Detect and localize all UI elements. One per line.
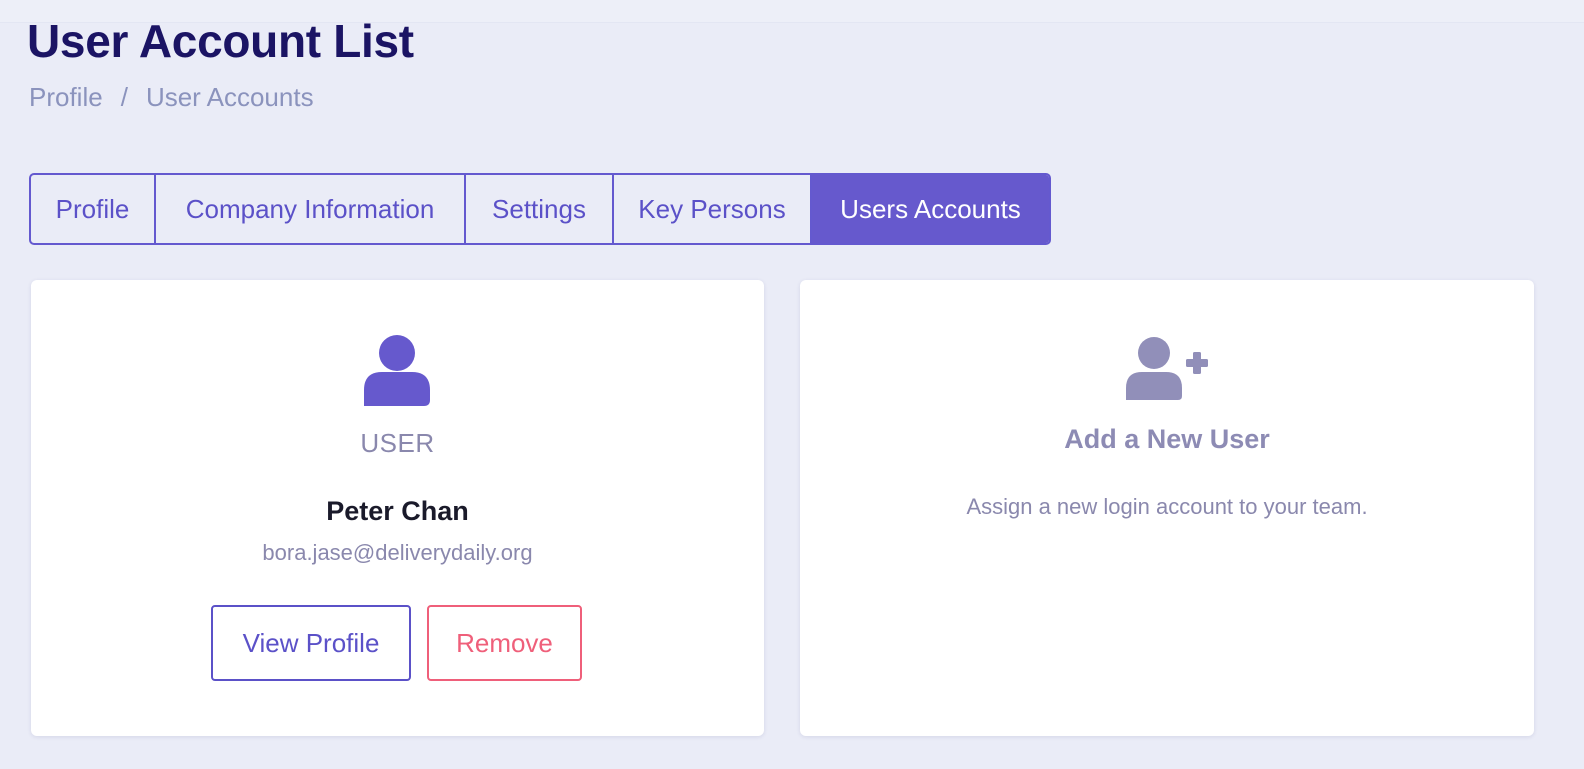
breadcrumb-separator: / xyxy=(120,82,128,112)
tab-profile[interactable]: Profile xyxy=(31,175,156,243)
breadcrumb: Profile / User Accounts xyxy=(29,82,314,113)
user-name: Peter Chan xyxy=(326,496,469,526)
add-user-card[interactable]: Add a New User Assign a new login accoun… xyxy=(800,280,1534,736)
user-email: bora.jase@deliverydaily.org xyxy=(262,540,533,565)
view-profile-button[interactable]: View Profile xyxy=(211,605,411,681)
tab-key-persons[interactable]: Key Persons xyxy=(614,175,812,243)
user-plus-icon[interactable] xyxy=(1126,336,1208,402)
breadcrumb-item-profile[interactable]: Profile xyxy=(29,82,103,113)
tab-settings[interactable]: Settings xyxy=(466,175,614,243)
breadcrumb-item-current: User Accounts xyxy=(145,82,314,112)
add-user-title[interactable]: Add a New User xyxy=(800,424,1534,455)
add-user-description: Assign a new login account to your team. xyxy=(966,494,1368,519)
page-title: User Account List xyxy=(27,15,414,67)
user-icon xyxy=(364,335,430,406)
user-card: USER Peter Chan bora.jase@deliverydaily.… xyxy=(31,280,764,736)
tab-company-information[interactable]: Company Information xyxy=(156,175,466,243)
user-role-label: USER xyxy=(360,428,435,458)
tab-bar: Profile Company Information Settings Key… xyxy=(29,173,1051,245)
remove-user-button[interactable]: Remove xyxy=(427,605,582,681)
tab-users-accounts[interactable]: Users Accounts xyxy=(812,175,1049,243)
